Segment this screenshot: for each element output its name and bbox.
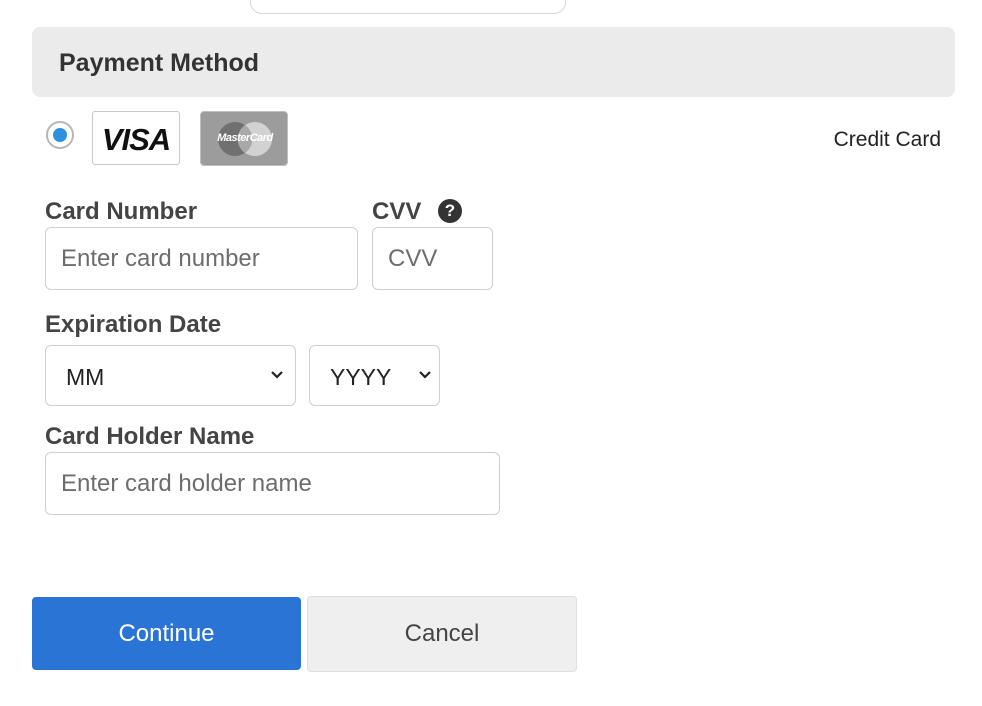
cvv-field-box [372, 227, 493, 290]
card-holder-name-input[interactable] [46, 453, 499, 514]
card-holder-name-label: Card Holder Name [45, 423, 255, 450]
card-number-label: Card Number [45, 198, 198, 225]
cvv-label: CVV [372, 198, 422, 225]
card-number-field-box [45, 227, 358, 290]
year-select-value: YYYY [330, 364, 392, 390]
mastercard-logo-text: MasterCard [217, 132, 273, 144]
payment-method-header: Payment Method [32, 27, 955, 97]
chevron-down-icon [271, 371, 283, 379]
payment-option-credit-card[interactable]: VISA MasterCard Credit Card [44, 111, 944, 167]
credit-card-radio[interactable] [46, 121, 74, 149]
visa-logo: VISA [92, 111, 180, 165]
continue-button[interactable]: Continue [32, 597, 301, 670]
month-select-value: MM [66, 364, 105, 390]
card-holder-field-box [45, 452, 500, 515]
expiration-month-select[interactable]: MM [45, 345, 296, 406]
card-number-input[interactable] [46, 228, 357, 289]
payment-option-label: Credit Card [833, 128, 941, 151]
cvv-input[interactable] [373, 228, 492, 289]
expiration-date-label: Expiration Date [45, 311, 222, 338]
chevron-down-icon [419, 371, 431, 379]
cancel-button[interactable]: Cancel [307, 596, 577, 672]
radio-selected-dot [53, 128, 67, 142]
mastercard-logo: MasterCard [200, 111, 288, 166]
section-title: Payment Method [59, 49, 260, 77]
previous-field-remnant [250, 0, 566, 14]
question-circle-icon[interactable]: ? [438, 199, 462, 223]
visa-logo-text: VISA [101, 122, 171, 157]
expiration-year-select[interactable]: YYYY [309, 345, 440, 406]
